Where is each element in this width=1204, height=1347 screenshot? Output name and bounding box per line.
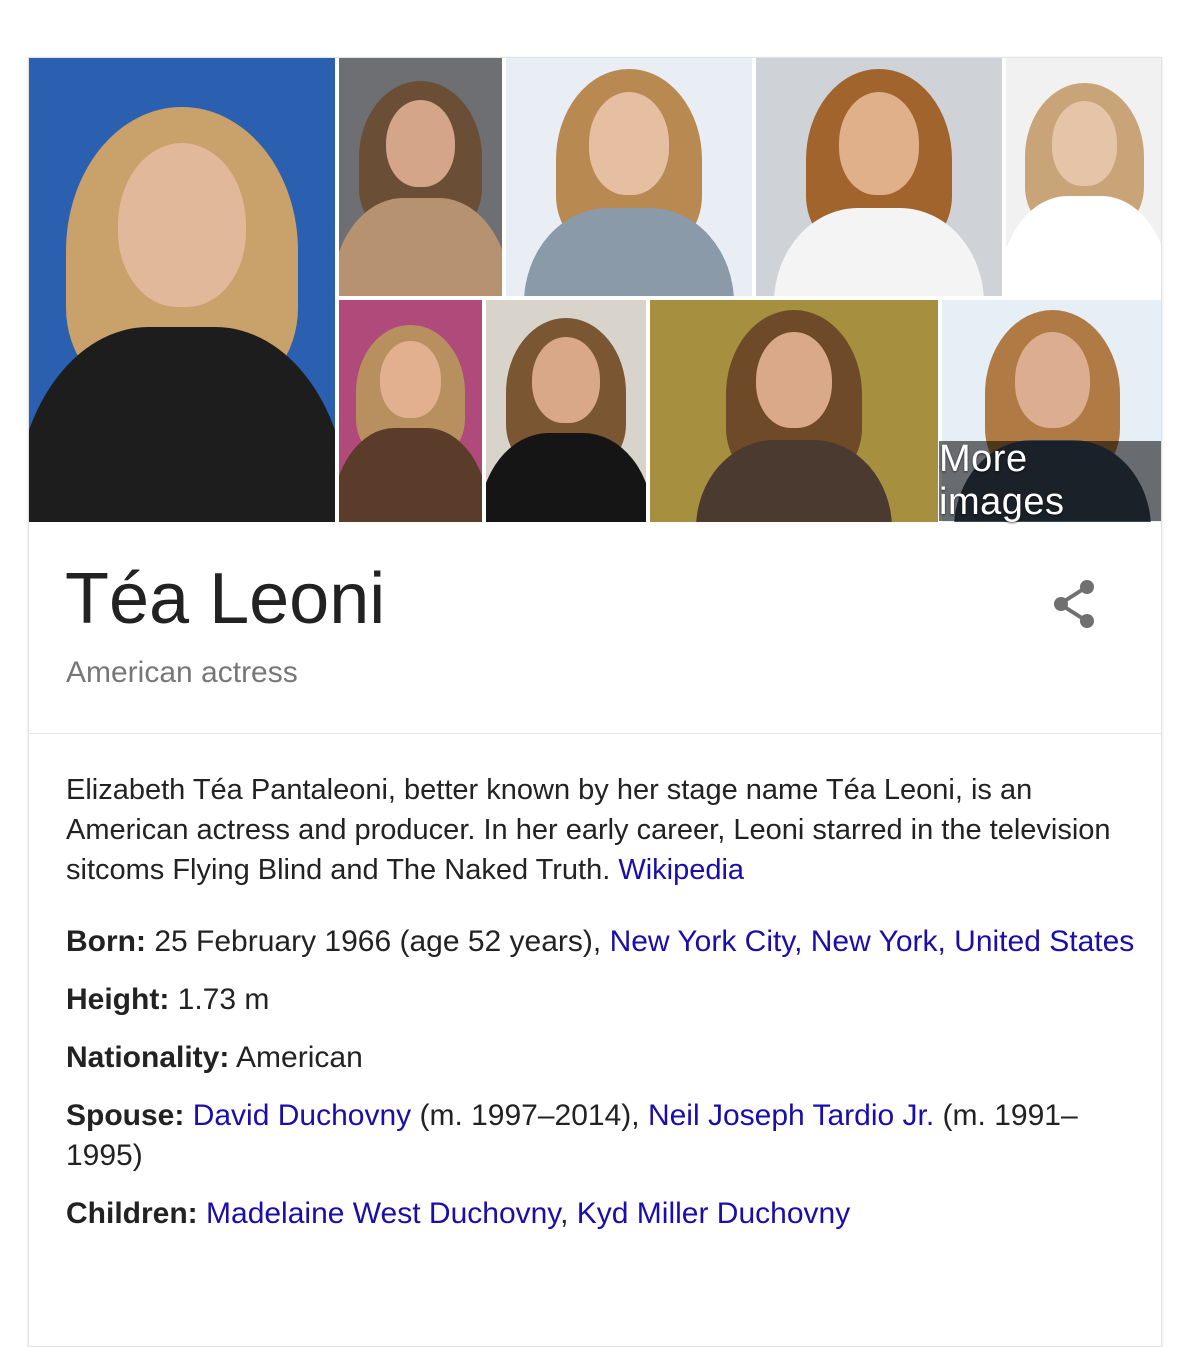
image-gallery: More images xyxy=(29,58,1161,523)
photo-face xyxy=(117,142,247,308)
fact-born-label: Born: xyxy=(66,925,146,958)
fact-born-value: 25 February 1966 (age 52 years), xyxy=(145,925,610,958)
photo-face xyxy=(838,91,920,196)
photo-body xyxy=(339,427,482,522)
spouse-link-2[interactable]: Neil Joseph Tardio Jr. xyxy=(648,1099,934,1132)
gallery-image-6[interactable] xyxy=(486,300,646,522)
fact-children: Children: Madelaine West Duchovny, Kyd M… xyxy=(66,1194,1136,1234)
gallery-image-2[interactable] xyxy=(506,58,752,296)
fact-spouse-label: Spouse: xyxy=(66,1099,185,1132)
knowledge-panel: More images Téa Leoni American actress E… xyxy=(28,57,1162,1347)
fact-children-label: Children: xyxy=(66,1197,198,1230)
photo-face xyxy=(1014,331,1091,429)
fact-height-value: 1.73 m xyxy=(169,983,270,1016)
photo-body xyxy=(339,198,502,296)
entity-title: Téa Leoni xyxy=(65,559,386,639)
photo-body xyxy=(1006,196,1161,296)
fact-height-label: Height: xyxy=(66,983,170,1016)
fact-born: Born: 25 February 1966 (age 52 years), N… xyxy=(66,922,1136,962)
fact-spouse: Spouse: David Duchovny (m. 1997–2014), N… xyxy=(66,1096,1136,1176)
gallery-image-7[interactable] xyxy=(650,300,938,522)
gallery-image-3[interactable] xyxy=(756,58,1002,296)
entity-subtitle: American actress xyxy=(66,656,298,689)
photo-face xyxy=(532,336,600,423)
birthplace-link[interactable]: New York City, New York, United States xyxy=(610,925,1135,958)
section-divider xyxy=(29,733,1161,734)
child-link-2[interactable]: Kyd Miller Duchovny xyxy=(577,1197,850,1230)
more-images-button[interactable]: More images xyxy=(939,438,1161,523)
photo-face xyxy=(1051,101,1118,186)
spouse-link-1[interactable]: David Duchovny xyxy=(193,1099,411,1132)
facts-list: Born: 25 February 1966 (age 52 years), N… xyxy=(66,922,1136,1252)
spouse-text-1: (m. 1997–2014), xyxy=(411,1099,648,1132)
photo-face xyxy=(380,341,441,419)
fact-nationality: Nationality: American xyxy=(66,1038,1136,1078)
fact-nationality-value: American xyxy=(229,1041,363,1074)
gallery-image-5[interactable] xyxy=(339,300,482,522)
gallery-image-1[interactable] xyxy=(339,58,502,296)
children-separator: , xyxy=(560,1197,577,1230)
fact-nationality-label: Nationality: xyxy=(66,1041,230,1074)
fact-height: Height: 1.73 m xyxy=(66,980,1136,1020)
description-text: Elizabeth Téa Pantaleoni, better known b… xyxy=(66,774,1111,886)
photo-face xyxy=(756,331,832,429)
child-link-1[interactable]: Madelaine West Duchovny xyxy=(206,1197,560,1230)
photo-face xyxy=(386,99,455,188)
wikipedia-link[interactable]: Wikipedia xyxy=(618,854,744,886)
gallery-image-0[interactable] xyxy=(29,58,335,522)
gallery-image-4[interactable] xyxy=(1006,58,1161,296)
photo-face xyxy=(588,91,670,196)
description: Elizabeth Téa Pantaleoni, better known b… xyxy=(66,770,1136,890)
share-icon[interactable] xyxy=(1047,576,1103,632)
